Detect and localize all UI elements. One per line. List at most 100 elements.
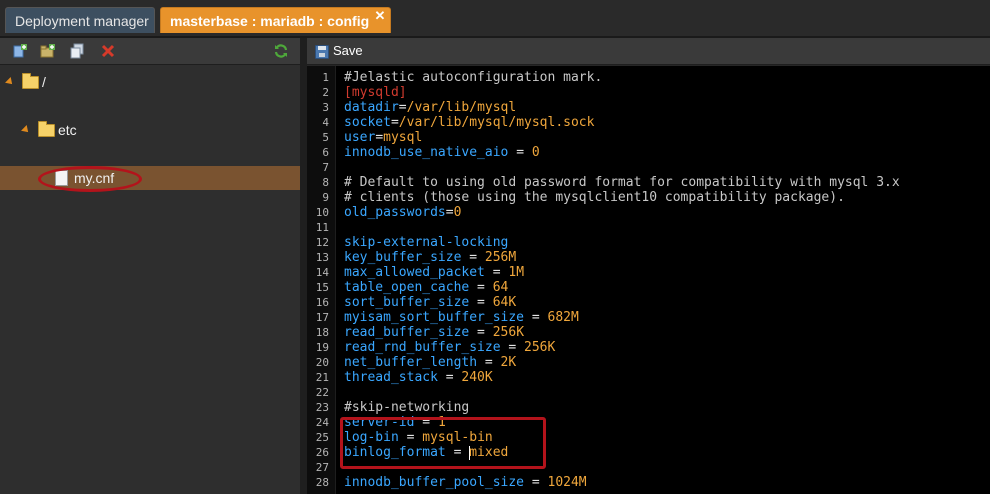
close-icon[interactable]: ✕ <box>373 9 387 23</box>
code-token: datadir <box>344 100 399 115</box>
line-number: 9 <box>322 191 329 204</box>
code-token: 256K <box>492 325 525 340</box>
code-token: 0 <box>531 145 540 160</box>
file-tree: / etc my.cnf <box>0 66 300 192</box>
line-code: [mysqld] <box>344 85 407 100</box>
tab-config-editor[interactable]: masterbase : mariadb : config ✕ <box>160 7 391 33</box>
line-code: #Jelastic autoconfiguration mark. <box>344 70 602 85</box>
code-token: = <box>484 265 509 280</box>
code-token: [mysqld] <box>344 85 407 100</box>
code-token: 256K <box>524 340 556 355</box>
code-token: myisam_sort_buffer_size <box>344 310 525 325</box>
code-token: 1024M <box>547 475 587 490</box>
code-token: 256M <box>484 250 517 265</box>
code-token: = <box>469 325 493 340</box>
line-number: 15 <box>315 281 329 294</box>
copy-icon[interactable] <box>69 43 85 59</box>
save-button[interactable]: Save <box>313 41 363 61</box>
line-code: sort_buffer_size = 64K <box>344 295 516 310</box>
tab-label: Deployment manager <box>15 13 149 29</box>
code-token: innodb_use_native_aio <box>344 145 509 160</box>
tree-node-etc[interactable]: etc <box>0 118 300 142</box>
code-token: 64 <box>492 280 509 295</box>
folder-icon <box>22 73 39 89</box>
line-number: 11 <box>315 221 329 234</box>
tree-node-my-cnf[interactable]: my.cnf <box>0 166 300 192</box>
line-code: # Default to using old password format f… <box>344 175 900 190</box>
line-code: net_buffer_length = 2K <box>344 355 516 370</box>
line-number: 2 <box>322 86 329 99</box>
line-number: 4 <box>322 116 329 129</box>
tree-node-root[interactable]: / <box>0 70 300 94</box>
line-number: 7 <box>322 161 329 174</box>
line-number: 16 <box>315 296 329 309</box>
code-token: 2K <box>500 355 517 370</box>
code-token: = <box>461 250 485 265</box>
panel-splitter[interactable] <box>300 38 307 494</box>
line-number: 22 <box>315 386 329 399</box>
code-token: = <box>445 205 454 220</box>
add-folder-icon[interactable] <box>40 43 56 59</box>
line-code: # clients (those using the mysqlclient10… <box>344 190 845 205</box>
code-token: max_allowed_packet <box>344 265 485 280</box>
tree-node-label: / <box>42 74 46 90</box>
code-token: skip-external-locking <box>344 235 509 250</box>
code-token: 0 <box>453 205 462 220</box>
code-token: 682M <box>547 310 579 325</box>
code-token: = <box>477 355 501 370</box>
add-file-icon[interactable] <box>12 43 28 59</box>
code-token: read_buffer_size <box>344 325 470 340</box>
expand-arrow-icon[interactable] <box>5 77 15 87</box>
line-number: 19 <box>315 341 329 354</box>
code-token: read_rnd_buffer_size <box>344 340 501 355</box>
code-token: #Jelastic autoconfiguration mark. <box>344 70 603 85</box>
code-token: 240K <box>461 370 493 385</box>
tab-deployment-manager[interactable]: Deployment manager <box>5 7 155 33</box>
code-token: socket <box>344 115 391 130</box>
line-code: user=mysql <box>344 130 422 145</box>
line-number: 17 <box>315 311 329 324</box>
line-code: innodb_buffer_pool_size = 1024M <box>344 475 587 490</box>
code-token: = <box>500 340 525 355</box>
code-token: = <box>398 100 407 115</box>
expand-arrow-icon[interactable] <box>21 125 31 135</box>
line-code: read_buffer_size = 256K <box>344 325 524 340</box>
line-code: skip-external-locking <box>344 235 508 250</box>
line-code: myisam_sort_buffer_size = 682M <box>344 310 579 325</box>
code-token: 1M <box>508 265 525 280</box>
code-token: user <box>344 130 376 145</box>
code-token: # clients (those using the mysqlclient10… <box>344 190 845 205</box>
tab-bar: Deployment manager masterbase : mariadb … <box>0 0 990 38</box>
code-token: net_buffer_length <box>344 355 478 370</box>
code-token: = <box>437 370 462 385</box>
tab-label: masterbase : mariadb : config <box>170 13 370 29</box>
line-number: 27 <box>315 461 329 474</box>
line-code: thread_stack = 240K <box>344 370 493 385</box>
line-number: 24 <box>315 416 329 429</box>
code-editor[interactable]: 1 #Jelastic autoconfiguration mark. 2 [mysq… <box>307 66 990 494</box>
line-number: 20 <box>315 356 329 369</box>
code-token: = <box>469 295 493 310</box>
tree-node-label: etc <box>58 122 77 138</box>
line-code: socket=/var/lib/mysql/mysql.sock <box>344 115 594 130</box>
line-number: 1 <box>322 71 329 84</box>
line-code: key_buffer_size = 256M <box>344 250 516 265</box>
code-token: = <box>508 145 532 160</box>
code-token: 64K <box>492 295 517 310</box>
line-code: max_allowed_packet = 1M <box>344 265 524 280</box>
line-number: 3 <box>322 101 329 114</box>
line-number: 5 <box>322 131 329 144</box>
line-number: 13 <box>315 251 329 264</box>
code-token: # Default to using old password format f… <box>344 175 900 190</box>
highlight-box <box>340 417 546 469</box>
code-token: thread_stack <box>344 370 438 385</box>
code-token: = <box>524 475 548 490</box>
line-number: 14 <box>315 266 329 279</box>
code-token: key_buffer_size <box>344 250 462 265</box>
refresh-icon[interactable] <box>273 43 289 59</box>
delete-icon[interactable] <box>100 43 116 59</box>
line-number: 25 <box>315 431 329 444</box>
editor-toolbar: Save <box>307 38 990 65</box>
line-code: old_passwords=0 <box>344 205 461 220</box>
save-label: Save <box>333 43 363 58</box>
